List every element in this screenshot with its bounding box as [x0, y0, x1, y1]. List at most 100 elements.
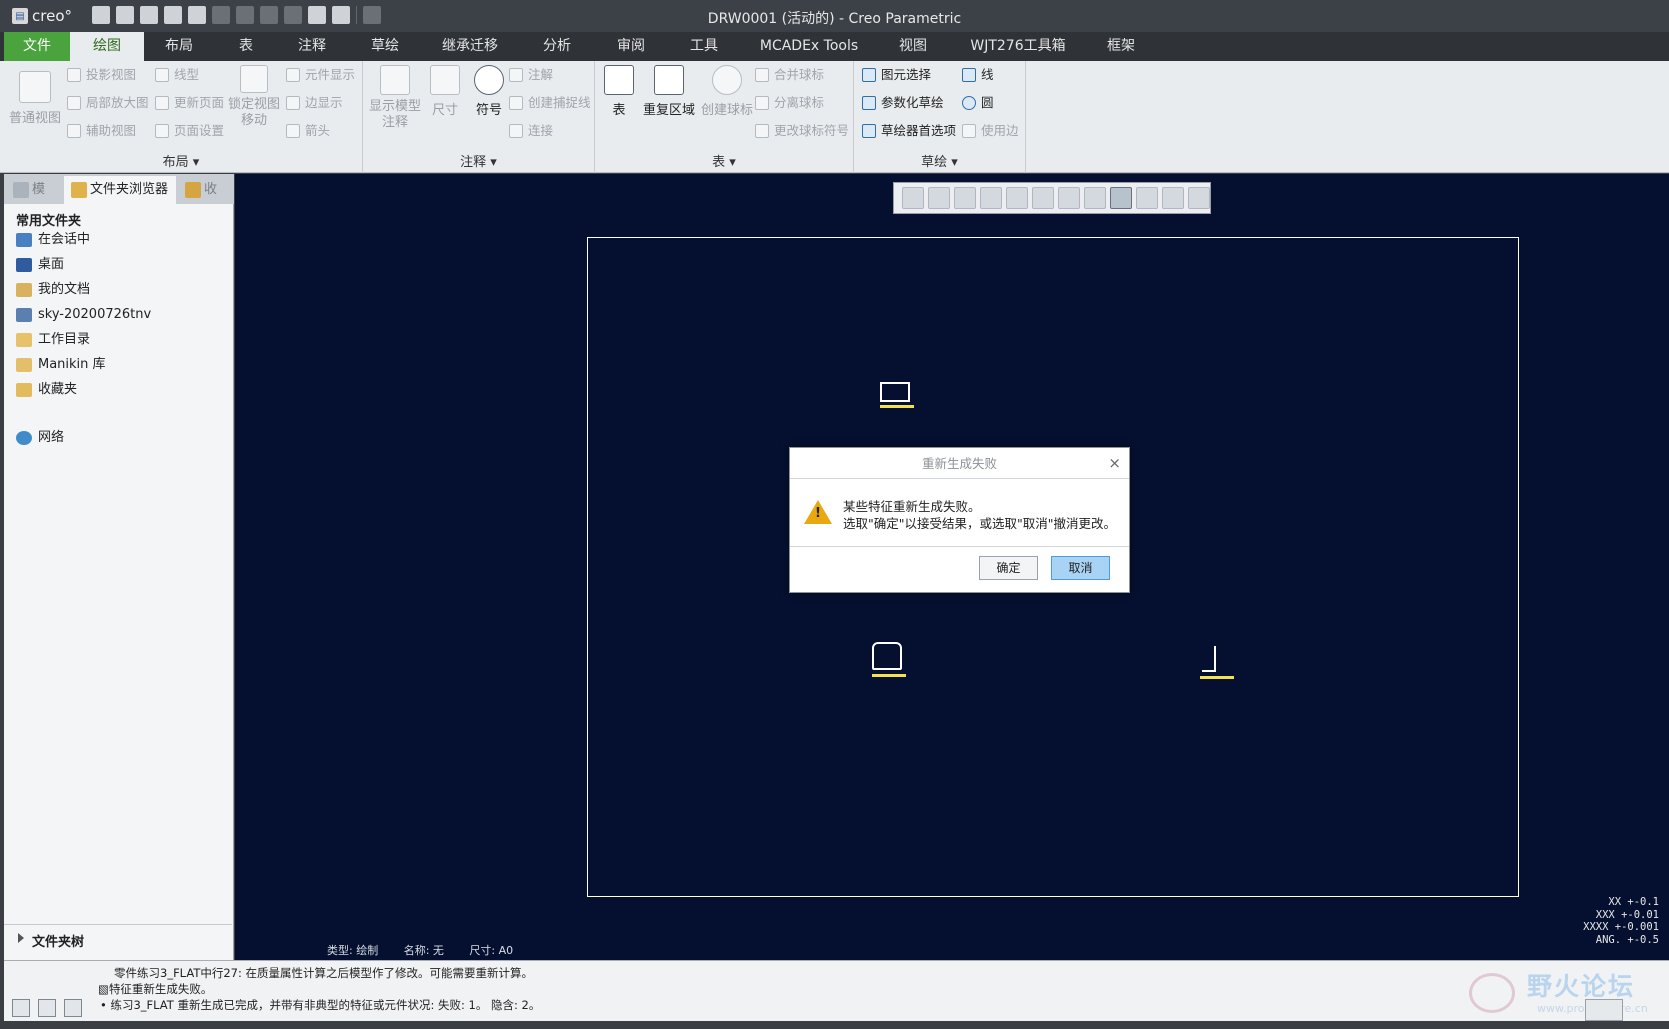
split-balloons-button[interactable]: 分离球标 — [755, 93, 824, 113]
tab-analysis[interactable]: 分析 — [528, 32, 586, 61]
drawing-view-side[interactable] — [1202, 646, 1216, 672]
tab-layout[interactable]: 布局 — [150, 32, 208, 61]
folder-tree-toggle[interactable]: 文件夹树 — [4, 924, 232, 952]
line-style-button[interactable]: 线型 — [155, 65, 199, 85]
folder-manikin-library[interactable]: Manikin 库 — [16, 355, 106, 375]
view-manager-icon[interactable] — [1058, 187, 1080, 209]
connect-icon — [509, 124, 523, 138]
page-setup-button[interactable]: 页面设置 — [155, 121, 224, 141]
tab-sketch[interactable]: 草绘 — [356, 32, 414, 61]
tolerance-row: ANG. +-0.5 — [1595, 933, 1659, 946]
group-layout-label[interactable]: 布局 ▾ — [0, 151, 362, 170]
component-display-button[interactable]: 元件显示 — [286, 65, 355, 85]
find-button[interactable] — [1585, 999, 1623, 1021]
folder-computer[interactable]: sky-20200726tnv — [16, 305, 151, 325]
connect-button[interactable]: 连接 — [509, 121, 553, 141]
tab-wjt276-toolbox[interactable]: WJT276工具箱 — [960, 32, 1076, 61]
tab-file[interactable]: 文件 — [4, 32, 70, 61]
drawing-view-front[interactable] — [872, 642, 902, 670]
folder-my-documents[interactable]: 我的文档 — [16, 280, 90, 300]
group-annotate-label[interactable]: 注释 ▾ — [363, 151, 594, 170]
navigator-panel: 模 文件夹浏览器 收 常用文件夹 在会话中 桌面 我的文档 sky-202007… — [4, 174, 234, 960]
group-table-label[interactable]: 表 ▾ — [595, 151, 853, 170]
datum-display-icon[interactable] — [1084, 187, 1106, 209]
dialog-message: 选取"确定"以接受结果，或选取"取消"撤消更改。 — [843, 516, 1116, 531]
zoom-out-icon[interactable] — [954, 187, 976, 209]
ribbon: 普通视图 投影视图 局部放大图 辅助视图 线型 更新页面 页面设置 锁定视图移动… — [0, 61, 1669, 173]
spin-center-icon[interactable] — [1188, 187, 1210, 209]
saved-orientations-icon[interactable] — [1032, 187, 1054, 209]
update-sheets-button[interactable]: 更新页面 — [155, 93, 224, 113]
full-screen-icon[interactable] — [64, 999, 82, 1017]
cancel-button[interactable]: 取消 — [1051, 556, 1110, 580]
folder-desktop[interactable]: 桌面 — [16, 255, 64, 275]
tab-model-tree[interactable]: 模 — [6, 176, 62, 204]
merge-balloons-button[interactable]: 合并球标 — [755, 65, 824, 85]
tab-folder-browser[interactable]: 文件夹浏览器 — [64, 176, 176, 204]
auxiliary-view-button[interactable]: 辅助视图 — [67, 121, 136, 141]
parametric-sketch-icon — [862, 96, 876, 110]
symbol-button[interactable]: 符号 — [467, 65, 511, 118]
use-edge-button[interactable]: 使用边 — [962, 121, 1019, 141]
tolerance-table: XX +-0.1 XXX +-0.01 XXXX +-0.001 ANG. +-… — [1571, 896, 1659, 946]
split-balloons-icon — [755, 96, 769, 110]
tab-drawing[interactable]: 绘图 — [70, 32, 144, 61]
line-icon — [962, 68, 976, 82]
note-button[interactable]: 注解 — [509, 65, 553, 85]
general-view-button[interactable]: 普通视图 — [8, 71, 62, 126]
create-balloon-button[interactable]: 创建球标 — [699, 65, 755, 118]
zoom-in-icon[interactable] — [928, 187, 950, 209]
folder-favorites[interactable]: 收藏夹 — [16, 380, 77, 400]
lock-view-movement-button[interactable]: 锁定视图移动 — [228, 65, 280, 129]
ok-button[interactable]: 确定 — [979, 556, 1038, 580]
repeat-region-button[interactable]: 重复区域 — [639, 65, 699, 118]
arrow-button[interactable]: 箭头 — [286, 121, 330, 141]
folder-working-directory[interactable]: 工作目录 — [16, 330, 90, 350]
tab-legacy-migration[interactable]: 继承迁移 — [430, 32, 510, 61]
select-entity-button[interactable]: 图元选择 — [862, 65, 931, 85]
repaint-icon[interactable] — [980, 187, 1002, 209]
annotation-display-icon[interactable] — [1110, 187, 1132, 209]
parametric-sketch-button[interactable]: 参数化草绘 — [862, 93, 944, 113]
tab-frame[interactable]: 框架 — [1092, 32, 1150, 61]
refit-icon[interactable] — [902, 187, 924, 209]
display-style-icon[interactable] — [1006, 187, 1028, 209]
view-label-top — [880, 405, 914, 408]
tab-favorites[interactable]: 收 — [178, 176, 234, 204]
tab-annotate[interactable]: 注释 — [283, 32, 341, 61]
create-snap-line-button[interactable]: 创建捕捉线 — [509, 93, 591, 113]
group-sketch-label[interactable]: 草绘 ▾ — [854, 151, 1025, 170]
tab-mcadex-tools[interactable]: MCADEx Tools — [750, 32, 868, 61]
tab-table[interactable]: 表 — [222, 32, 270, 61]
tab-review[interactable]: 审阅 — [602, 32, 660, 61]
tab-view[interactable]: 视图 — [884, 32, 942, 61]
csys-display-icon[interactable] — [1162, 187, 1184, 209]
tab-tools[interactable]: 工具 — [675, 32, 733, 61]
edge-display-button[interactable]: 边显示 — [286, 93, 343, 113]
show-model-annotations-button[interactable]: 显示模型注释 — [367, 65, 423, 131]
sheet-size: 尺寸: A0 — [469, 944, 514, 957]
update-sheets-icon — [155, 96, 169, 110]
change-balloon-symbol-button[interactable]: 更改球标符号 — [755, 121, 849, 141]
circle-button[interactable]: 圆 — [962, 93, 994, 113]
detail-view-button[interactable]: 局部放大图 — [67, 93, 149, 113]
view-label-side — [1200, 676, 1234, 679]
line-button[interactable]: 线 — [962, 65, 994, 85]
projection-view-button[interactable]: 投影视图 — [67, 65, 136, 85]
table-button[interactable]: 表 — [599, 65, 639, 118]
browser-toggle-icon[interactable] — [38, 999, 56, 1017]
dimension-button[interactable]: 尺寸 — [423, 65, 467, 118]
status-message: • 练习3_FLAT 重新生成已完成，并带有非典型的特征或元件状况: 失败: 1… — [100, 998, 541, 1012]
sketcher-preferences-button[interactable]: 草绘器首选项 — [862, 121, 956, 141]
point-display-icon[interactable] — [1136, 187, 1158, 209]
folder-network[interactable]: 网络 — [16, 428, 64, 448]
circle-icon — [962, 96, 976, 110]
arrow-icon — [286, 124, 300, 138]
title-bar: ▤ creo° DRW0001 (活动的) - Creo Parametric — [0, 0, 1669, 32]
sketcher-preferences-icon — [862, 124, 876, 138]
projection-view-icon — [67, 68, 81, 82]
navigator-toggle-icon[interactable] — [12, 999, 30, 1017]
folder-in-session[interactable]: 在会话中 — [16, 230, 90, 250]
drawing-view-top[interactable] — [880, 382, 910, 402]
close-icon[interactable]: × — [1108, 448, 1121, 479]
